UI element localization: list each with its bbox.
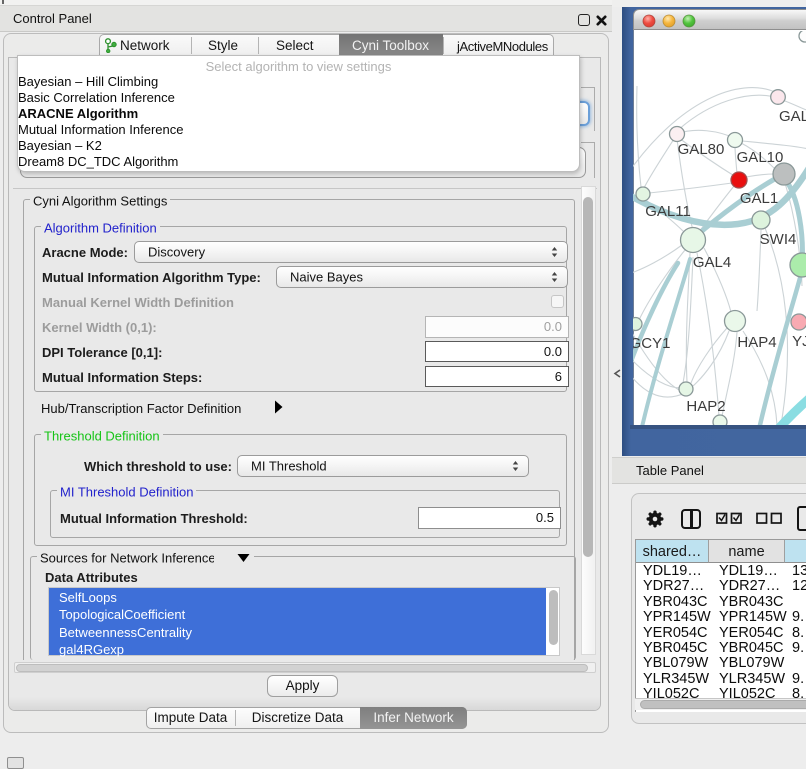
svg-text:GAL2: GAL2 [779,108,806,125]
svg-text:GAL80: GAL80 [678,141,725,158]
svg-text:YJL: YJL [792,333,806,350]
svg-text:GAL1: GAL1 [740,190,778,207]
svg-text:GCY1: GCY1 [633,335,670,352]
svg-text:HAP2: HAP2 [686,398,725,415]
svg-text:HAP4: HAP4 [737,334,776,351]
svg-text:SWI4: SWI4 [760,231,797,248]
svg-text:GAL11: GAL11 [645,203,691,220]
svg-text:GAL4: GAL4 [693,254,731,271]
svg-text:GAL10: GAL10 [737,149,784,166]
